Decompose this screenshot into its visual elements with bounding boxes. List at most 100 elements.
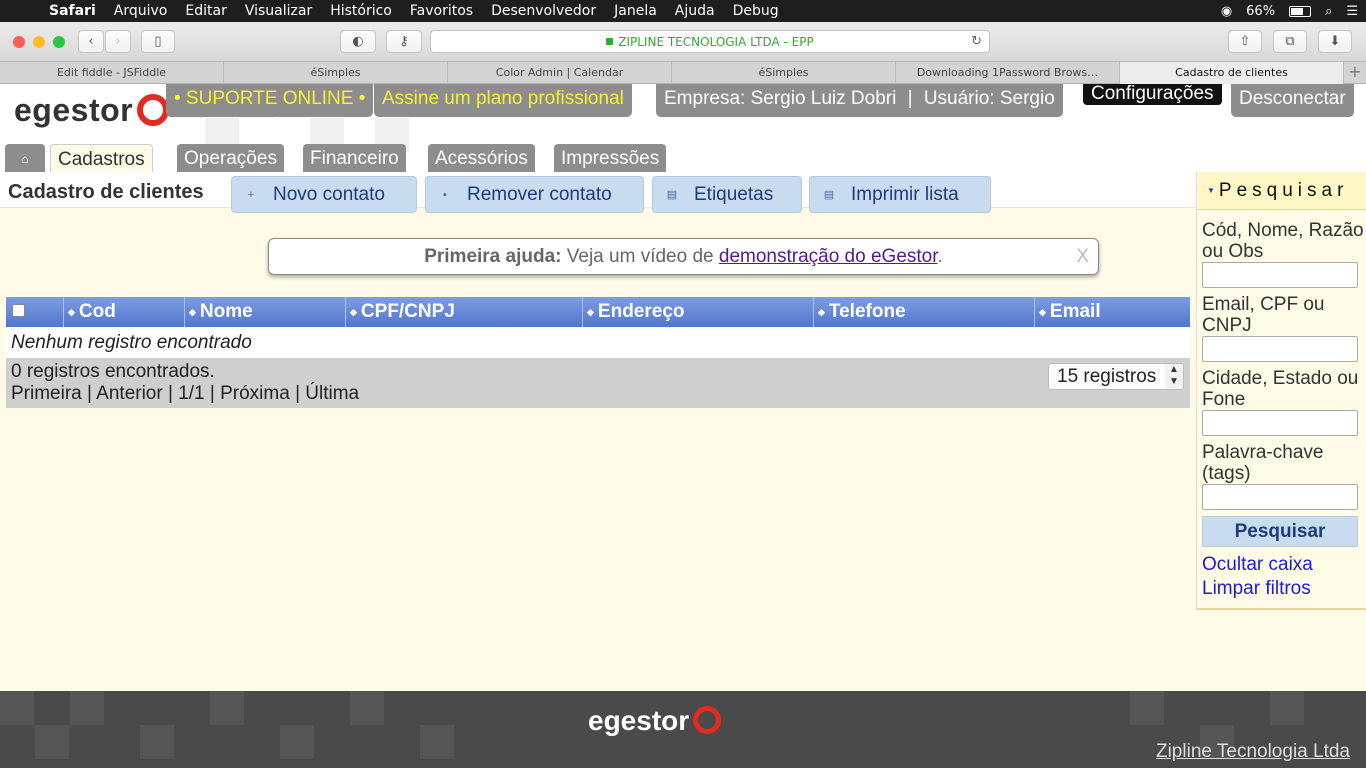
collapse-triangle-icon: ▼ bbox=[1207, 186, 1215, 195]
menu-debug[interactable]: Debug bbox=[724, 0, 788, 22]
etiquetas-button[interactable]: ▤ Etiquetas bbox=[652, 176, 802, 213]
trash-icon: ▪ bbox=[443, 188, 447, 201]
novo-contato-button[interactable]: + Novo contato bbox=[231, 176, 417, 213]
help-banner: Primeira ajuda: Veja um vídeo de demonst… bbox=[268, 238, 1099, 275]
desconectar-button[interactable]: Desconectar bbox=[1231, 84, 1354, 117]
browser-tab[interactable]: éSimples bbox=[672, 62, 896, 84]
sidebar-toggle-icon[interactable]: ▯ bbox=[141, 30, 175, 53]
battery-icon[interactable] bbox=[1289, 5, 1312, 17]
search-input-tags[interactable] bbox=[1202, 484, 1358, 510]
tab-financeiro[interactable]: Financeiro bbox=[303, 144, 406, 172]
egestor-logo[interactable]: egestor bbox=[14, 92, 170, 129]
search-label-cod-nome: Cód, Nome, Razão ou Obs bbox=[1202, 220, 1364, 262]
select-all-checkbox[interactable] bbox=[6, 297, 64, 327]
search-input-email-cpf[interactable] bbox=[1202, 336, 1358, 362]
footer-egestor-logo[interactable]: egestor bbox=[588, 705, 722, 737]
forward-button[interactable]: › bbox=[105, 30, 131, 53]
tab-acessorios[interactable]: Acessórios bbox=[428, 144, 535, 172]
plus-icon: + bbox=[247, 188, 255, 201]
table-footer: 0 registros encontrados. Primeira | Ante… bbox=[6, 358, 1190, 408]
column-header-endereco[interactable]: ◆ Endereço bbox=[583, 297, 814, 327]
lock-icon bbox=[606, 38, 614, 45]
empresa-usuario-info[interactable]: Empresa: Sergio Luiz Dobri | Usuário: Se… bbox=[656, 84, 1063, 117]
macos-menubar: Safari Arquivo Editar Visualizar Históri… bbox=[0, 0, 1366, 22]
search-input-cod-nome[interactable] bbox=[1202, 262, 1358, 288]
ocultar-caixa-link[interactable]: Ocultar caixa bbox=[1202, 554, 1313, 576]
remover-contato-button[interactable]: ▪ Remover contato bbox=[425, 176, 644, 213]
footer-company-link[interactable]: Zipline Tecnologia Ltda bbox=[1156, 741, 1350, 763]
column-header-telefone[interactable]: ◆ Telefone bbox=[814, 297, 1035, 327]
privacy-shield-icon[interactable]: ◐ bbox=[340, 30, 376, 53]
search-label-tags: Palavra-chave (tags) bbox=[1202, 442, 1324, 484]
new-tab-icon[interactable]: + bbox=[1344, 62, 1366, 84]
address-bar[interactable]: ZIPLINE TECNOLOGIA LTDA - EPP ↻ bbox=[430, 30, 990, 53]
tab-impressoes[interactable]: Impressões bbox=[554, 144, 667, 172]
table-header: ◆ Cod ◆ Nome ◆ CPF/CNPJ ◆ Endereço ◆ Telefone… bbox=[6, 297, 1190, 327]
menu-janela[interactable]: Janela bbox=[605, 0, 666, 22]
sort-icon: ◆ bbox=[818, 307, 825, 317]
menu-desenvolvedor[interactable]: Desenvolvedor bbox=[482, 0, 605, 22]
limpar-filtros-link[interactable]: Limpar filtros bbox=[1202, 578, 1311, 600]
printer-icon: ▤ bbox=[666, 188, 678, 201]
column-header-email[interactable]: ◆ Email bbox=[1035, 297, 1190, 327]
browser-tab[interactable]: Edit fiddle - JSFiddle bbox=[0, 62, 224, 84]
suporte-online-button[interactable]: • SUPORTE ONLINE • bbox=[166, 84, 374, 117]
menu-favoritos[interactable]: Favoritos bbox=[401, 0, 482, 22]
menu-arquivo[interactable]: Arquivo bbox=[105, 0, 177, 22]
demo-video-link[interactable]: demonstração do eGestor bbox=[719, 246, 938, 267]
help-text: Veja um vídeo de bbox=[566, 246, 714, 267]
back-button[interactable]: ‹ bbox=[78, 30, 104, 53]
menu-historico[interactable]: Histórico bbox=[321, 0, 401, 22]
share-icon[interactable]: ⇧ bbox=[1228, 30, 1262, 53]
browser-tab[interactable]: Downloading 1Password Brows… bbox=[896, 62, 1120, 84]
configuracoes-button[interactable]: Configurações bbox=[1083, 84, 1222, 105]
minimize-window-button[interactable] bbox=[33, 36, 45, 48]
imprimir-lista-button[interactable]: ▤ Imprimir lista bbox=[809, 176, 991, 213]
empresa-label: Empresa: Sergio Luiz Dobri bbox=[664, 88, 897, 109]
empty-message: Nenhum registro encontrado bbox=[6, 327, 1190, 358]
reload-icon[interactable]: ↻ bbox=[971, 34, 982, 49]
assine-plano-button[interactable]: Assine um plano profissional bbox=[374, 84, 632, 117]
logo-mark-icon bbox=[693, 706, 722, 735]
notification-center-icon[interactable]: ☰ bbox=[1346, 4, 1358, 19]
search-input-cidade[interactable] bbox=[1202, 410, 1358, 436]
pesquisar-button[interactable]: Pesquisar bbox=[1202, 516, 1358, 547]
sort-icon: ◆ bbox=[189, 307, 196, 317]
close-help-button[interactable]: X bbox=[1076, 239, 1089, 275]
camera-icon[interactable]: ◉ bbox=[1221, 4, 1232, 19]
column-header-nome[interactable]: ◆ Nome bbox=[185, 297, 346, 327]
logo-mark-icon bbox=[137, 93, 170, 126]
menu-ajuda[interactable]: Ajuda bbox=[666, 0, 724, 22]
keychain-key-icon[interactable]: ⚷ bbox=[386, 30, 422, 53]
browser-tab[interactable]: Color Admin | Calendar bbox=[448, 62, 672, 84]
tab-cadastros[interactable]: Cadastros bbox=[50, 144, 153, 172]
menu-app-safari[interactable]: Safari bbox=[40, 0, 105, 22]
sort-icon: ◆ bbox=[350, 307, 357, 317]
close-window-button[interactable] bbox=[13, 36, 25, 48]
browser-tab-bar: Edit fiddle - JSFiddle éSimples Color Ad… bbox=[0, 62, 1366, 84]
tab-operacoes[interactable]: Operações bbox=[177, 144, 284, 172]
page-title: Cadastro de clientes bbox=[8, 181, 204, 203]
zoom-window-button[interactable] bbox=[53, 36, 65, 48]
pagination[interactable]: Primeira | Anterior | 1/1 | Próxima | Úl… bbox=[11, 383, 1190, 405]
search-panel-header[interactable]: ▼ Pesquisar bbox=[1197, 172, 1366, 210]
downloads-icon[interactable]: ⬇ bbox=[1318, 30, 1352, 53]
home-tab[interactable]: ⌂ bbox=[5, 144, 45, 172]
browser-tab-active[interactable]: Cadastro de clientes bbox=[1120, 62, 1344, 84]
menu-editar[interactable]: Editar bbox=[176, 0, 235, 22]
stepper-arrows-icon: ▲ ▼ bbox=[1165, 364, 1183, 389]
column-header-cpf-cnpj[interactable]: ◆ CPF/CNPJ bbox=[346, 297, 583, 327]
menu-visualizar[interactable]: Visualizar bbox=[236, 0, 321, 22]
help-label: Primeira ajuda: bbox=[424, 246, 562, 267]
search-label-cidade: Cidade, Estado ou Fone bbox=[1202, 368, 1359, 410]
spotlight-search-icon[interactable]: ⌕ bbox=[1325, 4, 1332, 19]
column-header-cod[interactable]: ◆ Cod bbox=[64, 297, 185, 327]
battery-percent[interactable]: 66% bbox=[1246, 4, 1275, 19]
browser-tab[interactable]: éSimples bbox=[224, 62, 448, 84]
tab-overview-icon[interactable]: ⧉ bbox=[1273, 30, 1307, 53]
home-icon: ⌂ bbox=[21, 152, 29, 166]
page-size-select[interactable]: 15 registros ▲ ▼ bbox=[1048, 363, 1184, 390]
browser-toolbar: ‹ › ▯ ◐ ⚷ ZIPLINE TECNOLOGIA LTDA - EPP … bbox=[0, 22, 1366, 62]
clients-table: ◆ Cod ◆ Nome ◆ CPF/CNPJ ◆ Endereço ◆ Telefone… bbox=[6, 297, 1190, 408]
search-label-email-cpf: Email, CPF ou CNPJ bbox=[1202, 294, 1325, 336]
